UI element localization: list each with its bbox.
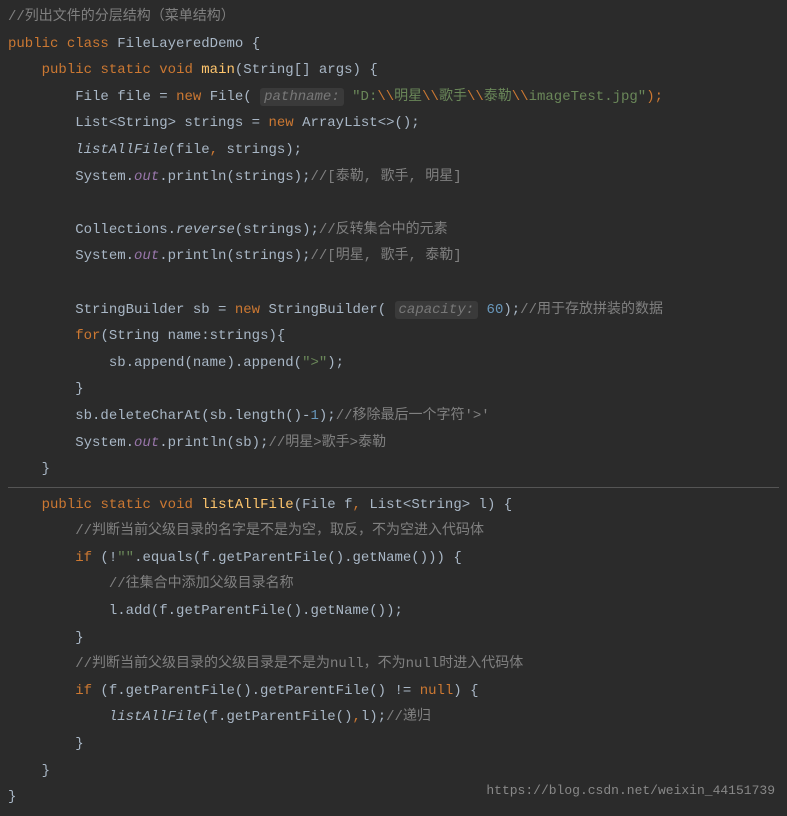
code-line: if (!"".equals(f.getParentFile().getName… — [8, 545, 779, 572]
code-line: //判断当前父级目录的父级目录是不是为null，不为null时进入代码体 — [8, 651, 779, 678]
code-line: public static void listAllFile(File f, L… — [8, 492, 779, 519]
code-line: Collections.reverse(strings);//反转集合中的元素 — [8, 217, 779, 244]
divider — [8, 487, 779, 488]
code-line: l.add(f.getParentFile().getName()); — [8, 598, 779, 625]
code-line: listAllFile(f.getParentFile(),l);//递归 — [8, 704, 779, 731]
code-line: sb.append(name).append(">"); — [8, 350, 779, 377]
param-hint: pathname: — [260, 88, 344, 106]
code-line: //往集合中添加父级目录名称 — [8, 571, 779, 598]
code-line: sb.deleteCharAt(sb.length()-1);//移除最后一个字… — [8, 403, 779, 430]
code-line: //判断当前父级目录的名字是不是为空，取反，不为空进入代码体 — [8, 518, 779, 545]
comment: //列出文件的分层结构（菜单结构） — [8, 9, 235, 25]
code-line: public static void main(String[] args) { — [8, 57, 779, 84]
watermark: https://blog.csdn.net/weixin_44151739 — [486, 779, 775, 804]
code-line — [8, 190, 779, 217]
code-line: System.out.println(strings);//[泰勒, 歌手, 明… — [8, 164, 779, 191]
code-line: if (f.getParentFile().getParentFile() !=… — [8, 678, 779, 705]
code-line: public class FileLayeredDemo { — [8, 31, 779, 58]
code-line: } — [8, 625, 779, 652]
code-editor[interactable]: //列出文件的分层结构（菜单结构） public class FileLayer… — [0, 0, 787, 815]
code-line: } — [8, 731, 779, 758]
code-line: System.out.println(strings);//[明星, 歌手, 泰… — [8, 243, 779, 270]
code-line: File file = new File( pathname: "D:\\明星\… — [8, 84, 779, 111]
param-hint: capacity: — [395, 301, 479, 319]
code-line: System.out.println(sb);//明星>歌手>泰勒 — [8, 430, 779, 457]
code-line: } — [8, 456, 779, 483]
code-line: List<String> strings = new ArrayList<>()… — [8, 110, 779, 137]
code-line — [8, 270, 779, 297]
code-line: StringBuilder sb = new StringBuilder( ca… — [8, 297, 779, 324]
code-line: //列出文件的分层结构（菜单结构） — [8, 4, 779, 31]
code-line: } — [8, 376, 779, 403]
code-line: listAllFile(file, strings); — [8, 137, 779, 164]
code-line: for(String name:strings){ — [8, 323, 779, 350]
